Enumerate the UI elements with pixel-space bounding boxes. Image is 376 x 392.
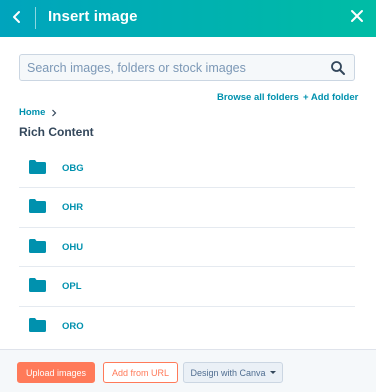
folder-row[interactable]: OPL <box>19 267 355 307</box>
close-icon <box>351 10 363 22</box>
panel-footer: Upload images Add from URL Design with C… <box>0 349 376 392</box>
design-with-canva-button[interactable]: Design with Canva <box>183 362 283 383</box>
folder-icon <box>29 317 46 332</box>
add-folder-link[interactable]: + Add folder <box>303 92 358 103</box>
folder-icon <box>29 199 46 214</box>
search-box <box>19 54 355 81</box>
insert-image-panel: Insert image Browse all folders + Add fo… <box>0 0 376 392</box>
section-title: Rich Content <box>19 125 94 139</box>
panel-header: Insert image <box>0 0 376 37</box>
back-button[interactable] <box>6 5 28 29</box>
folder-name: OBG <box>62 163 84 174</box>
add-from-url-label: Add from URL <box>111 367 170 378</box>
chevron-left-icon <box>13 11 20 23</box>
caret-down-icon <box>269 371 276 374</box>
folder-icon <box>29 278 46 293</box>
folder-row[interactable]: OHR <box>19 188 355 228</box>
header-divider <box>35 7 36 29</box>
folder-list: OBG OHR OHU OPL ORO <box>19 149 355 346</box>
browse-all-folders-link[interactable]: Browse all folders <box>217 92 299 103</box>
folder-name: OHU <box>62 241 84 253</box>
upload-images-label: Upload images <box>25 367 87 378</box>
search-icon[interactable] <box>330 60 346 76</box>
panel-title: Insert image <box>48 8 138 25</box>
breadcrumb-home[interactable]: Home <box>19 107 45 118</box>
folder-name: OPL <box>62 281 82 293</box>
add-from-url-button[interactable]: Add from URL <box>103 362 178 383</box>
folder-row[interactable]: ORO <box>19 307 355 346</box>
design-with-canva-label: Design with Canva <box>190 367 266 378</box>
breadcrumb: Home <box>19 107 57 118</box>
folder-name: ORO <box>62 320 84 332</box>
search-input[interactable] <box>20 55 320 80</box>
folder-row[interactable]: OBG <box>19 149 355 189</box>
folder-row[interactable]: OHU <box>19 228 355 268</box>
chevron-right-icon <box>52 109 57 116</box>
folder-icon <box>29 160 46 174</box>
close-button[interactable] <box>346 5 368 27</box>
folder-icon <box>29 238 46 253</box>
folder-name: OHR <box>62 202 84 214</box>
upload-images-button[interactable]: Upload images <box>17 362 95 383</box>
